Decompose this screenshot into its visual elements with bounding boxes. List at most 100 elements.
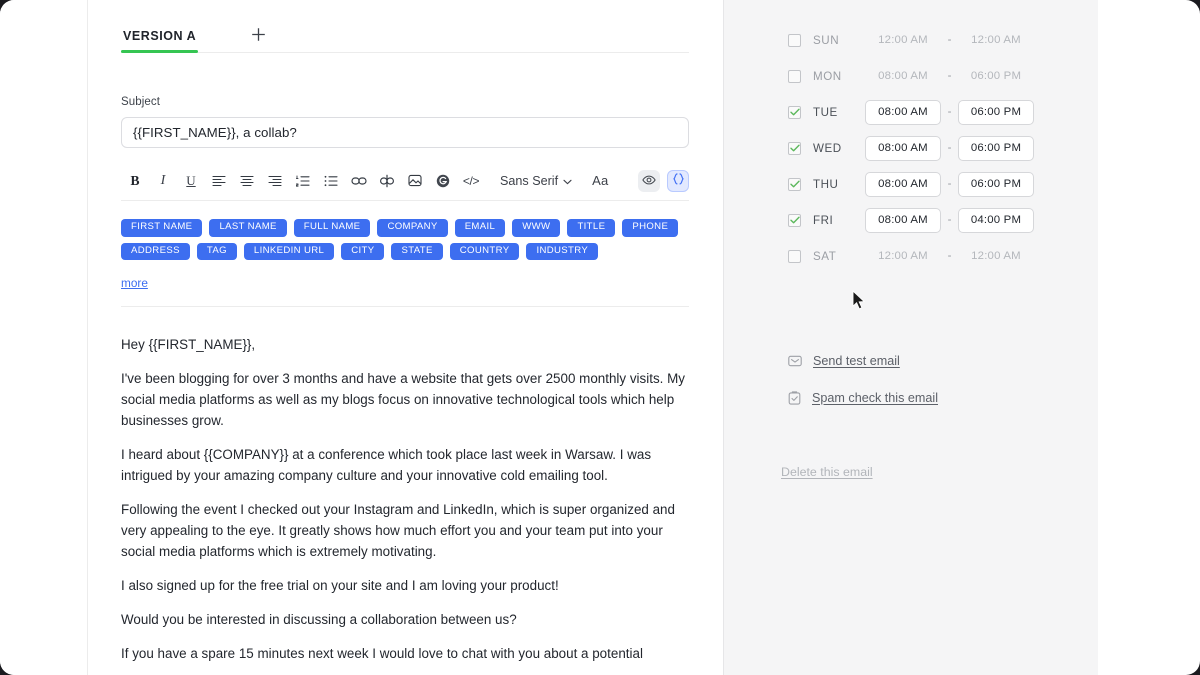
panel-actions: Send test email Spam check this email — [724, 354, 1098, 405]
ordered-list-button[interactable] — [289, 168, 317, 194]
variable-tag[interactable]: COUNTRY — [449, 242, 520, 261]
variable-tags-row-2: ADDRESS TAG LINKEDIN URL CITY STATE COUN… — [121, 242, 689, 261]
plus-icon — [250, 26, 267, 43]
version-tabs: VERSION A — [121, 0, 689, 53]
add-version-button[interactable] — [250, 26, 267, 52]
check-icon — [789, 180, 800, 188]
schedule-checkbox-sun[interactable] — [788, 33, 801, 47]
align-center-icon — [240, 175, 254, 187]
gif-icon — [436, 174, 450, 188]
body-paragraph: Would you be interested in discussing a … — [121, 612, 517, 628]
ordered-list-icon — [296, 174, 310, 187]
schedule-day-sun: SUN — [813, 33, 840, 47]
variable-tag[interactable]: COMPANY — [377, 219, 448, 237]
variable-tag[interactable]: WWW — [512, 219, 561, 237]
schedule-separator: - — [947, 106, 952, 118]
schedule-start-wed[interactable]: 08:00 AM — [865, 135, 941, 161]
schedule-separator: - — [947, 250, 952, 262]
schedule-start-thu[interactable]: 08:00 AM — [865, 171, 941, 197]
insert-link-button[interactable] — [345, 168, 373, 194]
insert-variable-button[interactable] — [667, 169, 689, 192]
body-paragraph: I heard about {{COMPANY}} at a conferenc… — [121, 447, 652, 484]
schedule-separator: - — [947, 178, 952, 190]
font-family-select[interactable]: Sans Serif — [500, 174, 572, 188]
variable-tag[interactable]: CITY — [341, 242, 385, 261]
variable-tag[interactable]: LINKEDIN URL — [243, 242, 335, 261]
schedule-row-sun: SUN 12:00 AM - 12:00 AM — [724, 22, 1098, 58]
align-left-icon — [212, 175, 226, 187]
insert-gif-button[interactable] — [429, 168, 457, 194]
bullet-list-button[interactable] — [317, 168, 345, 194]
italic-button[interactable]: I — [149, 168, 177, 194]
schedule-day-mon: MON — [813, 69, 842, 83]
schedule-end-thu[interactable]: 06:00 PM — [958, 171, 1034, 197]
schedule-panel: SUN 12:00 AM - 12:00 AM MON 08:00 AM - 0… — [723, 0, 1098, 675]
body-paragraph: Hey {{FIRST_NAME}}, — [121, 337, 256, 353]
italic-icon: I — [160, 172, 166, 188]
delete-email-link[interactable]: Delete this email — [724, 465, 873, 479]
email-body-editor[interactable]: Hey {{FIRST_NAME}}, I've been blogging f… — [121, 334, 689, 664]
spam-check-link[interactable]: Spam check this email — [788, 391, 1098, 405]
schedule-end-fri[interactable]: 04:00 PM — [958, 207, 1034, 233]
body-paragraph: Following the event I checked out your I… — [121, 502, 675, 560]
mouse-pointer-icon — [852, 289, 867, 316]
schedule-day-sat: SAT — [813, 249, 837, 263]
align-center-button[interactable] — [233, 168, 261, 194]
underline-button[interactable]: U — [177, 168, 205, 194]
subject-label: Subject — [121, 96, 161, 108]
chevron-down-icon — [563, 174, 572, 188]
variable-tag[interactable]: ADDRESS — [121, 242, 190, 261]
schedule-end-tue[interactable]: 06:00 PM — [958, 99, 1034, 125]
schedule-start-fri[interactable]: 08:00 AM — [865, 207, 941, 233]
schedule-checkbox-fri[interactable] — [788, 213, 801, 227]
variable-tag[interactable]: FULL NAME — [293, 219, 371, 237]
remove-link-button[interactable] — [373, 168, 401, 194]
variable-tags: FIRST NAME LAST NAME FULL NAME COMPANY E… — [121, 219, 689, 308]
send-test-email-label: Send test email — [813, 354, 900, 368]
image-icon — [408, 174, 422, 187]
preview-toggle-button[interactable] — [638, 169, 660, 192]
schedule-checkbox-thu[interactable] — [788, 177, 801, 191]
tab-version-a[interactable]: VERSION A — [121, 29, 199, 53]
toolbar-divider — [121, 306, 689, 308]
insert-image-button[interactable] — [401, 168, 429, 194]
subject-input[interactable]: {{FIRST_NAME}}, a collab? — [121, 117, 689, 148]
more-variables-link[interactable]: more — [121, 276, 148, 290]
align-left-button[interactable] — [205, 168, 233, 194]
align-right-button[interactable] — [261, 168, 289, 194]
bold-button[interactable]: B — [121, 168, 149, 194]
schedule-end-wed[interactable]: 06:00 PM — [958, 135, 1034, 161]
tab-version-a-label: VERSION A — [123, 29, 197, 43]
check-icon — [789, 108, 800, 116]
variable-tag[interactable]: TITLE — [567, 219, 616, 237]
code-icon: </> — [462, 173, 480, 188]
body-paragraph: I also signed up for the free trial on y… — [121, 578, 559, 594]
body-paragraph: I've been blogging for over 3 months and… — [121, 371, 685, 429]
schedule-row-tue: TUE 08:00 AM - 06:00 PM — [724, 94, 1098, 130]
editor-toolbar: B I U </> Sans Serif Aa — [121, 165, 689, 201]
variable-tag[interactable]: TAG — [196, 242, 237, 261]
schedule-checkbox-mon[interactable] — [788, 69, 801, 83]
variable-tag[interactable]: LAST NAME — [209, 219, 287, 237]
send-test-email-link[interactable]: Send test email — [788, 354, 1098, 368]
schedule-row-wed: WED 08:00 AM - 06:00 PM — [724, 130, 1098, 166]
schedule-start-tue[interactable]: 08:00 AM — [865, 99, 941, 125]
variable-tag[interactable]: STATE — [391, 242, 443, 261]
schedule-end-sun: 12:00 AM — [971, 34, 1021, 46]
schedule-day-tue: TUE — [813, 105, 838, 119]
text-size-label: Aa — [592, 173, 609, 188]
schedule-checkbox-sat[interactable] — [788, 249, 801, 263]
schedule-checkbox-tue[interactable] — [788, 105, 801, 119]
variable-tag[interactable]: PHONE — [622, 219, 679, 237]
schedule-row-sat: SAT 12:00 AM - 12:00 AM — [724, 238, 1098, 274]
clipboard-check-icon — [788, 391, 801, 405]
variable-tag[interactable]: FIRST NAME — [121, 219, 203, 237]
variable-tag[interactable]: INDUSTRY — [526, 242, 599, 261]
code-view-button[interactable]: </> — [457, 168, 485, 194]
bold-icon: B — [130, 172, 140, 188]
text-size-button[interactable]: Aa — [592, 173, 608, 188]
unlink-icon — [379, 174, 395, 188]
left-rail — [0, 0, 88, 675]
variable-tag[interactable]: EMAIL — [454, 219, 506, 237]
schedule-checkbox-wed[interactable] — [788, 141, 801, 155]
